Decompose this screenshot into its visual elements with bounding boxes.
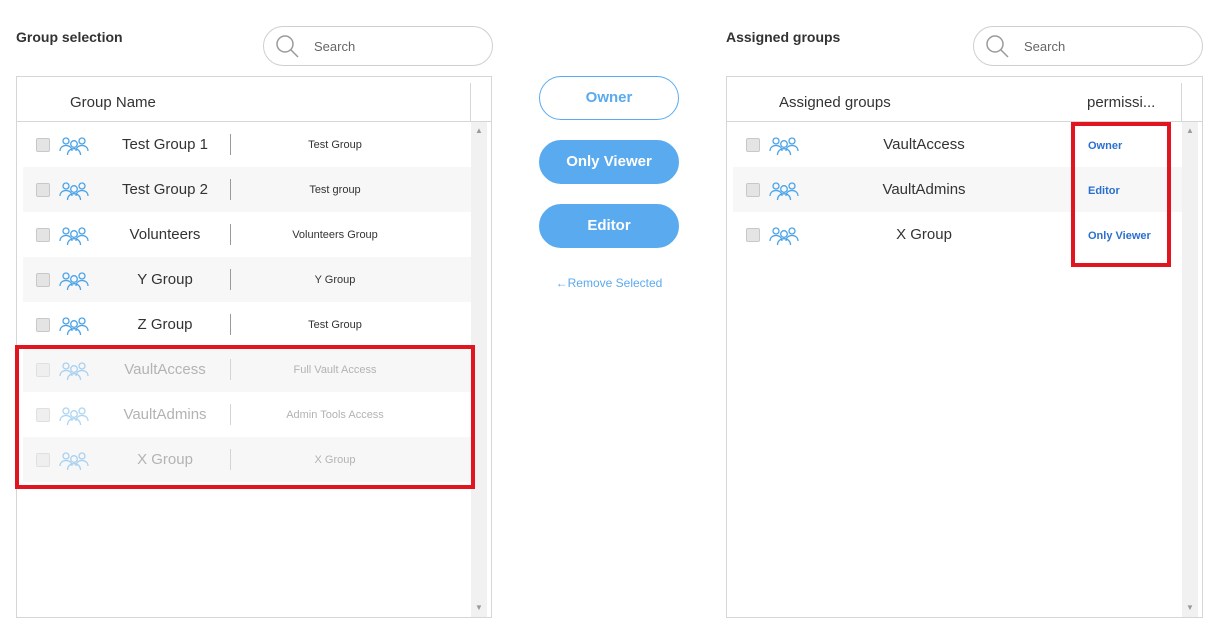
remove-selected-link[interactable]: ←Remove Selected xyxy=(539,276,679,290)
group-table-header: Group Name xyxy=(17,77,491,122)
group-row: X Group X Group xyxy=(23,437,471,482)
group-icon xyxy=(768,134,800,161)
permission-value[interactable]: Owner xyxy=(1088,140,1122,152)
group-name: VaultAccess xyxy=(124,361,206,378)
group-selection-panel: Group Name Test Group 1 Test Group Test Gr… xyxy=(16,76,492,618)
search-icon xyxy=(276,35,299,58)
row-checkbox xyxy=(36,453,50,467)
group-name: VaultAccess xyxy=(883,136,965,153)
scroll-up-icon[interactable]: ▲ xyxy=(471,124,487,138)
column-separator xyxy=(470,83,471,121)
row-checkbox[interactable] xyxy=(36,138,50,152)
group-row[interactable]: Volunteers Volunteers Group xyxy=(23,212,471,257)
group-description: X Group xyxy=(314,454,356,466)
permission-value[interactable]: Editor xyxy=(1088,185,1120,197)
column-header-assigned-groups[interactable]: Assigned groups xyxy=(779,94,891,111)
group-description: Test Group xyxy=(308,139,362,151)
row-checkbox[interactable] xyxy=(36,273,50,287)
only-viewer-button[interactable]: Only Viewer xyxy=(539,140,679,184)
assigned-group-row[interactable]: VaultAccess Owner xyxy=(733,122,1182,167)
group-name: Z Group xyxy=(137,316,193,333)
group-name: Volunteers xyxy=(129,226,201,243)
group-row[interactable]: Z Group Test Group xyxy=(23,302,471,347)
group-description: Admin Tools Access xyxy=(286,409,384,421)
row-checkbox[interactable] xyxy=(36,228,50,242)
scroll-up-icon[interactable]: ▲ xyxy=(1182,124,1198,138)
group-row[interactable]: Test Group 2 Test group xyxy=(23,167,471,212)
assigned-groups-title: Assigned groups xyxy=(726,29,841,45)
group-name: Y Group xyxy=(137,271,193,288)
group-name: X Group xyxy=(896,226,952,243)
permission-value[interactable]: Only Viewer xyxy=(1088,230,1151,242)
group-row: VaultAccess Full Vault Access xyxy=(23,347,471,392)
group-icon xyxy=(768,179,800,206)
assigned-search-input[interactable] xyxy=(1024,38,1174,54)
assigned-group-row[interactable]: VaultAdmins Editor xyxy=(733,167,1182,212)
group-description: Test Group xyxy=(308,319,362,331)
row-checkbox[interactable] xyxy=(36,318,50,332)
group-row[interactable]: Y Group Y Group xyxy=(23,257,471,302)
group-name: Test Group 1 xyxy=(122,136,208,153)
row-checkbox xyxy=(36,363,50,377)
assigned-group-row[interactable]: X Group Only Viewer xyxy=(733,212,1182,257)
column-header-permission[interactable]: permissi... xyxy=(1087,94,1155,111)
search-icon xyxy=(986,35,1009,58)
group-icon xyxy=(768,224,800,251)
group-name: VaultAdmins xyxy=(123,406,207,423)
assigned-groups-panel: Assigned groups permissi... VaultAccess O… xyxy=(726,76,1203,618)
group-list-scrollbar[interactable]: ▲ ▼ xyxy=(471,122,487,617)
group-row[interactable]: Test Group 1 Test Group xyxy=(23,122,471,167)
row-checkbox xyxy=(36,408,50,422)
group-description: Y Group xyxy=(314,274,356,286)
group-name: Test Group 2 xyxy=(122,181,208,198)
group-row: VaultAdmins Admin Tools Access xyxy=(23,392,471,437)
group-name: VaultAdmins xyxy=(882,181,966,198)
editor-button[interactable]: Editor xyxy=(539,204,679,248)
group-search-input[interactable] xyxy=(314,38,464,54)
group-description: Volunteers Group xyxy=(292,229,378,241)
row-checkbox[interactable] xyxy=(746,183,760,197)
scroll-down-icon[interactable]: ▼ xyxy=(1182,601,1198,615)
group-name: X Group xyxy=(137,451,193,468)
group-selection-title: Group selection xyxy=(16,29,123,45)
column-header-group-name[interactable]: Group Name xyxy=(70,94,156,111)
assigned-table-header: Assigned groups permissi... xyxy=(727,77,1202,122)
assigned-list-scrollbar[interactable]: ▲ ▼ xyxy=(1182,122,1198,617)
owner-button[interactable]: Owner xyxy=(539,76,679,120)
row-checkbox[interactable] xyxy=(746,228,760,242)
group-description: Test group xyxy=(309,184,361,196)
scroll-down-icon[interactable]: ▼ xyxy=(471,601,487,615)
row-checkbox[interactable] xyxy=(746,138,760,152)
group-search-box[interactable] xyxy=(263,26,493,66)
column-separator xyxy=(1181,83,1182,121)
row-checkbox[interactable] xyxy=(36,183,50,197)
assigned-search-box[interactable] xyxy=(973,26,1203,66)
group-description: Full Vault Access xyxy=(293,364,377,376)
